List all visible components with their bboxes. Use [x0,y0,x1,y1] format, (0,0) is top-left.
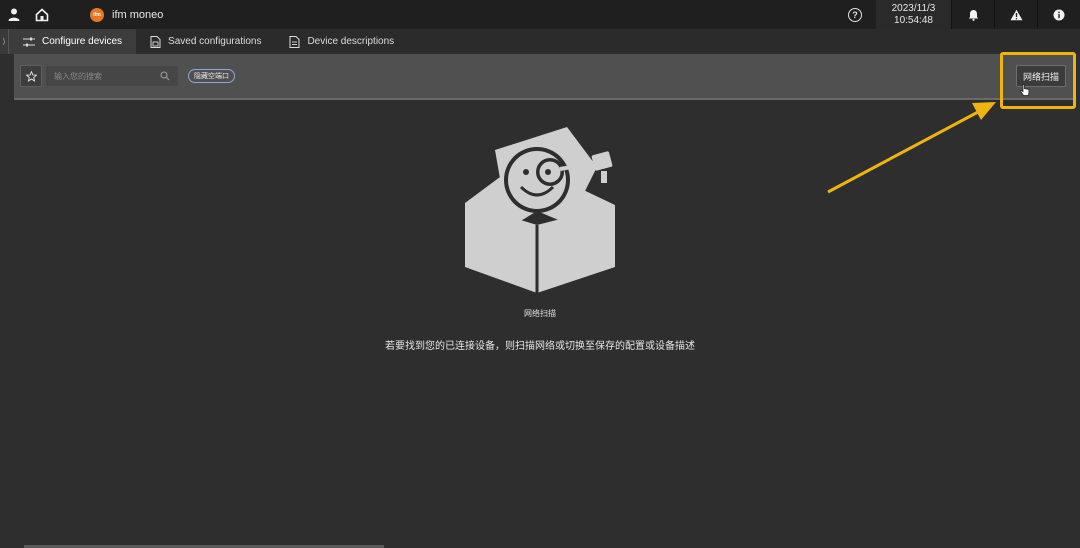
search-icon[interactable] [160,71,170,81]
brand: ifm ifm moneo [90,7,164,22]
help-icon[interactable]: ? [848,7,862,22]
clock-date: 2023/11/3 [891,2,936,14]
clock-time: 10:54:48 [894,14,933,26]
star-icon [25,70,37,82]
empty-state-message: 若要找到您的已连接设备，则扫描网络或切换至保存的配置或设备描述 [385,341,695,352]
user-icon [8,8,20,21]
sliders-icon [23,37,35,46]
hide-empty-ports-toggle[interactable]: 隐藏空端口 [188,69,235,83]
bell-icon [968,9,978,21]
top-bar: ifm ifm moneo ? 2023/11/3 10:54:48 [0,0,1080,29]
home-icon [35,7,49,21]
brand-logo: ifm [90,7,104,22]
empty-state-title: 网络扫描 [524,309,556,318]
favorites-button[interactable] [20,65,42,87]
device-toolbar: 隐藏空端口 网络扫描 [14,54,1076,100]
tab-label: Configure devices [42,36,123,47]
tab-saved-configurations[interactable]: Saved configurations [136,29,275,54]
home-button[interactable] [28,0,56,29]
tab-bar: ⟩ Configure devices Saved configurations [0,29,1080,54]
saved-file-icon [150,35,161,48]
highlight-box [1000,52,1076,109]
notifications-button[interactable] [951,0,994,29]
search-box [46,66,178,86]
info-button[interactable] [1037,0,1080,29]
description-file-icon [289,35,300,48]
warnings-button[interactable] [994,0,1037,29]
search-input[interactable] [54,71,160,81]
tab-label: Saved configurations [168,36,262,47]
user-button[interactable] [0,0,28,29]
info-icon [1053,9,1065,20]
mouse-cursor-icon [1020,84,1030,96]
warning-icon [1010,9,1022,20]
clock: 2023/11/3 10:54:48 [876,0,951,29]
tab-label: Device descriptions [307,36,395,47]
app-name: ifm moneo [112,8,164,21]
box-with-face-icon [465,127,615,293]
tab-configure-devices[interactable]: Configure devices [9,29,137,54]
tab-device-descriptions[interactable]: Device descriptions [275,29,408,54]
sidebar-toggle-icon[interactable]: ⟩ [0,29,9,54]
